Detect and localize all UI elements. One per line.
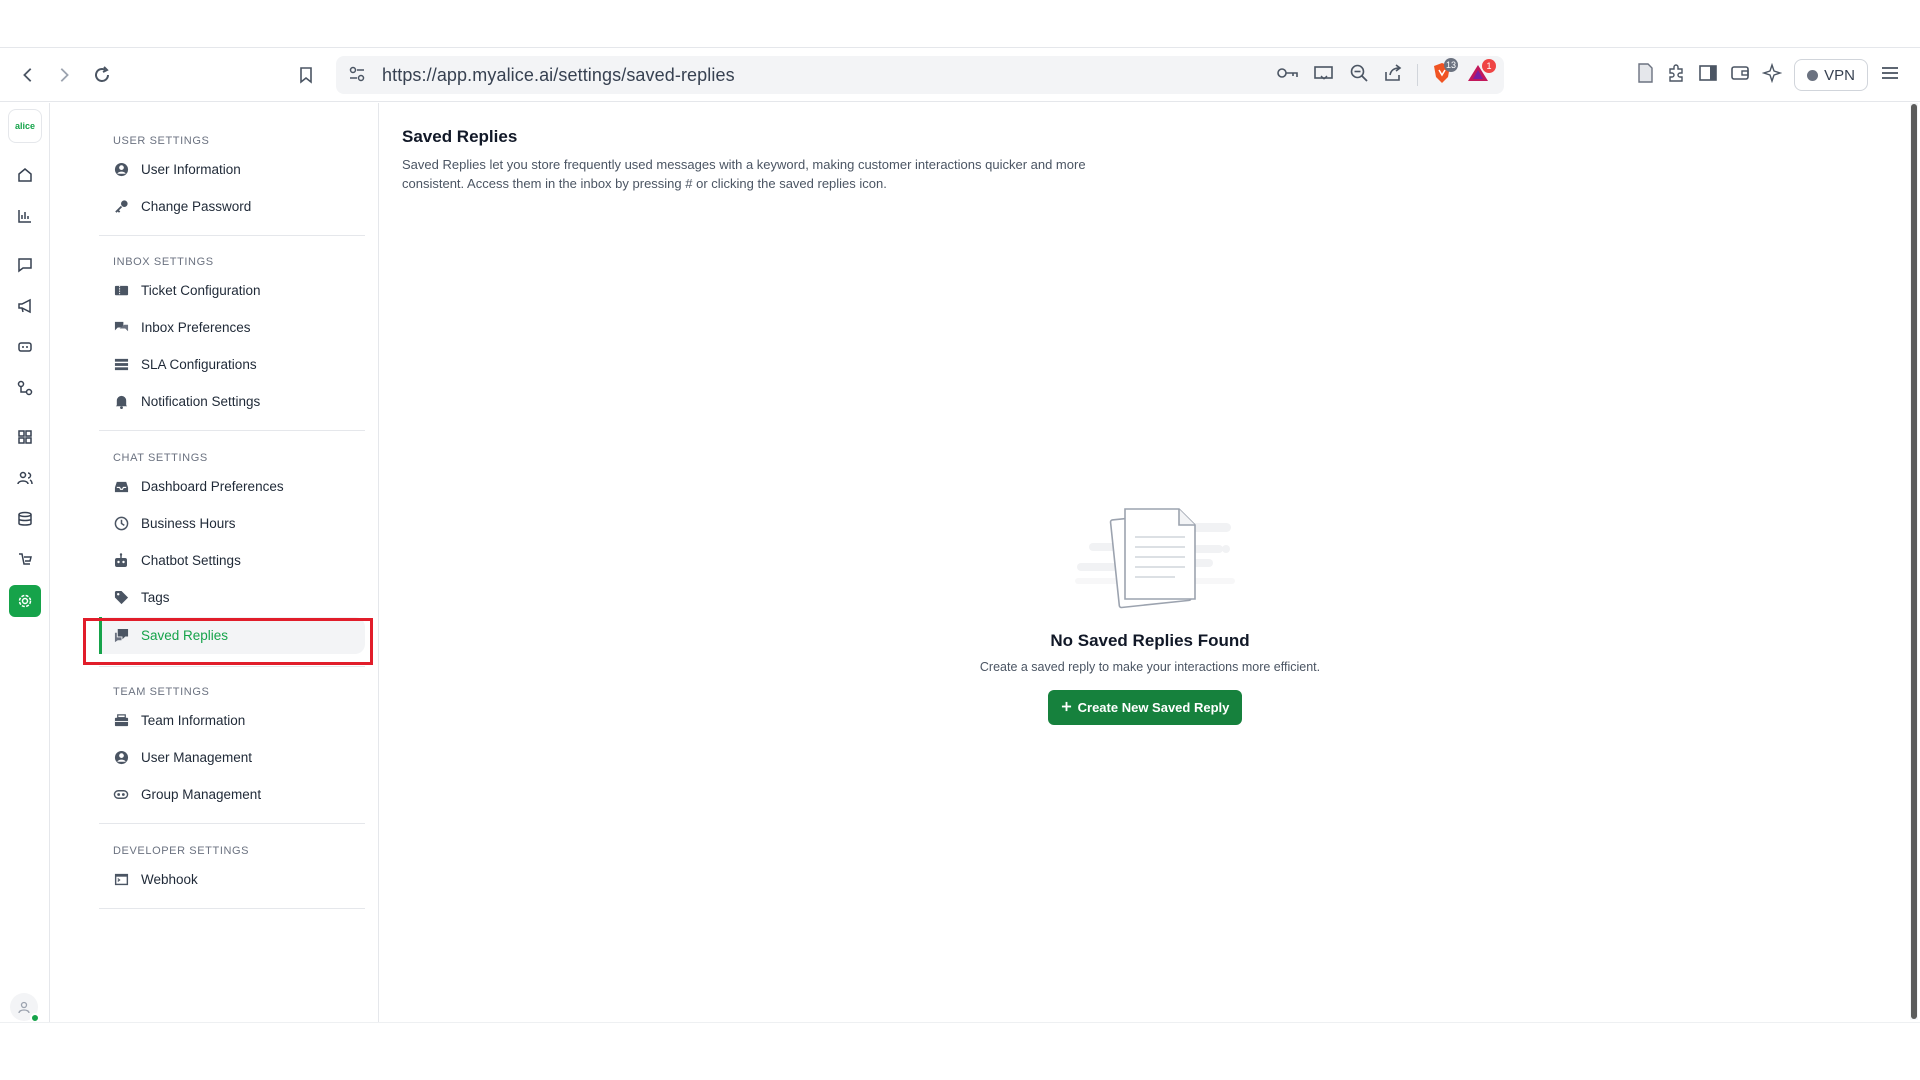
extensions-icon[interactable]: [1666, 63, 1686, 88]
url-divider: [1417, 64, 1418, 86]
list-icon: [113, 357, 129, 373]
brave-shield-badge: 13: [1443, 57, 1458, 72]
group-icon: [113, 787, 129, 803]
inbox-icon[interactable]: [9, 249, 41, 281]
sidebar-item-ticket-configuration[interactable]: Ticket Configuration: [99, 272, 365, 309]
broadcast-icon[interactable]: [9, 290, 41, 322]
section-heading: CHAT SETTINGS: [113, 452, 208, 464]
terminal-icon: [113, 872, 129, 888]
analytics-icon[interactable]: [9, 200, 41, 232]
bottom-strip: [0, 1022, 1920, 1080]
reader-mode-icon[interactable]: [1636, 62, 1654, 88]
section-heading: DEVELOPER SETTINGS: [113, 845, 250, 857]
alice-logo[interactable]: alice: [8, 109, 42, 143]
settings-sidebar: USER SETTINGS User Information Change Pa…: [51, 103, 379, 1023]
bell-icon: [113, 394, 129, 410]
chat-bubbles-icon: [113, 320, 129, 336]
divider: [99, 235, 365, 236]
user-circle-icon: [113, 162, 129, 178]
plus-icon: [1061, 700, 1072, 715]
url-text[interactable]: https://app.myalice.ai/settings/saved-re…: [382, 65, 735, 86]
zoom-out-icon[interactable]: [1349, 63, 1369, 88]
back-icon[interactable]: [10, 57, 46, 93]
section-heading: TEAM SETTINGS: [113, 686, 210, 698]
brave-rewards-icon[interactable]: 1: [1466, 58, 1496, 88]
sidebar-item-webhook[interactable]: Webhook: [99, 861, 365, 898]
reload-icon[interactable]: [84, 57, 120, 93]
highlight-annotation: [83, 618, 373, 665]
user-circle-icon: [113, 750, 129, 766]
divider: [99, 908, 365, 909]
vpn-status-icon: [1807, 69, 1819, 81]
key-icon: [113, 199, 129, 215]
divider: [99, 823, 365, 824]
app-rail: alice: [0, 103, 50, 1023]
sidebar-item-user-information[interactable]: User Information: [99, 151, 365, 188]
inbox-settings-section: INBOX SETTINGS Ticket Configuration Inbo…: [99, 252, 365, 431]
divider: [99, 430, 365, 431]
sidebar-toggle-icon[interactable]: [1698, 64, 1718, 87]
address-bar[interactable]: https://app.myalice.ai/settings/saved-re…: [336, 56, 1504, 94]
page-title: Saved Replies: [402, 127, 518, 146]
user-avatar[interactable]: [10, 993, 40, 1023]
tray-icon: [113, 479, 129, 495]
sidebar-item-team-information[interactable]: Team Information: [99, 702, 365, 739]
create-saved-reply-button[interactable]: Create New Saved Reply: [1048, 690, 1242, 725]
user-settings-section: USER SETTINGS User Information Change Pa…: [99, 131, 365, 236]
home-icon[interactable]: [9, 159, 41, 191]
commerce-icon[interactable]: [9, 544, 41, 576]
page-description: Saved Replies let you store frequently u…: [402, 157, 1086, 191]
divider: [99, 666, 365, 667]
team-settings-section: TEAM SETTINGS Team Information User Mana…: [99, 682, 365, 824]
brave-rewards-badge: 1: [1482, 58, 1496, 73]
sidebar-item-business-hours[interactable]: Business Hours: [99, 505, 365, 542]
section-heading: USER SETTINGS: [113, 135, 210, 147]
leo-ai-icon[interactable]: [1761, 62, 1783, 88]
empty-document-illustration: [1075, 503, 1235, 618]
cast-icon[interactable]: [1313, 64, 1335, 87]
sidebar-item-notification-settings[interactable]: Notification Settings: [99, 383, 365, 420]
sidebar-item-change-password[interactable]: Change Password: [99, 188, 365, 225]
integrations-icon[interactable]: [9, 421, 41, 453]
settings-icon[interactable]: [9, 585, 41, 617]
key-icon[interactable]: [1277, 66, 1299, 85]
vpn-button[interactable]: VPN: [1794, 59, 1868, 91]
forward-icon[interactable]: [46, 57, 82, 93]
empty-state-title: No Saved Replies Found: [1050, 631, 1250, 650]
bookmark-icon[interactable]: [288, 57, 324, 93]
ticket-icon: [113, 283, 129, 299]
workflow-icon[interactable]: [9, 372, 41, 404]
site-settings-icon[interactable]: [348, 65, 366, 88]
vpn-label: VPN: [1824, 66, 1855, 84]
developer-settings-section: DEVELOPER SETTINGS Webhook: [99, 841, 365, 909]
clock-icon: [113, 516, 129, 532]
scrollbar-thumb[interactable]: [1911, 104, 1917, 1019]
section-heading: INBOX SETTINGS: [113, 256, 214, 268]
customers-icon[interactable]: [9, 462, 41, 494]
share-icon[interactable]: [1383, 63, 1403, 88]
sidebar-item-tags[interactable]: Tags: [99, 579, 365, 616]
robot-icon: [113, 552, 129, 569]
brave-shield-icon[interactable]: 13: [1432, 57, 1458, 89]
sidebar-item-user-management[interactable]: User Management: [99, 739, 365, 776]
main-content: Saved Replies Saved Replies let you stor…: [380, 103, 1910, 1023]
chatbot-icon[interactable]: [9, 331, 41, 363]
sidebar-item-chatbot-settings[interactable]: Chatbot Settings: [99, 542, 365, 579]
data-icon[interactable]: [9, 503, 41, 535]
sidebar-item-sla-configurations[interactable]: SLA Configurations: [99, 346, 365, 383]
sidebar-item-inbox-preferences[interactable]: Inbox Preferences: [99, 309, 365, 346]
menu-icon[interactable]: [1880, 64, 1900, 87]
browser-tab-strip: [0, 0, 1920, 48]
wallet-icon[interactable]: [1730, 64, 1750, 87]
team-icon: [113, 713, 129, 729]
sidebar-item-group-management[interactable]: Group Management: [99, 776, 365, 813]
sidebar-item-dashboard-preferences[interactable]: Dashboard Preferences: [99, 468, 365, 505]
tag-icon: [113, 590, 129, 606]
empty-state-subtitle: Create a saved reply to make your intera…: [979, 660, 1321, 674]
